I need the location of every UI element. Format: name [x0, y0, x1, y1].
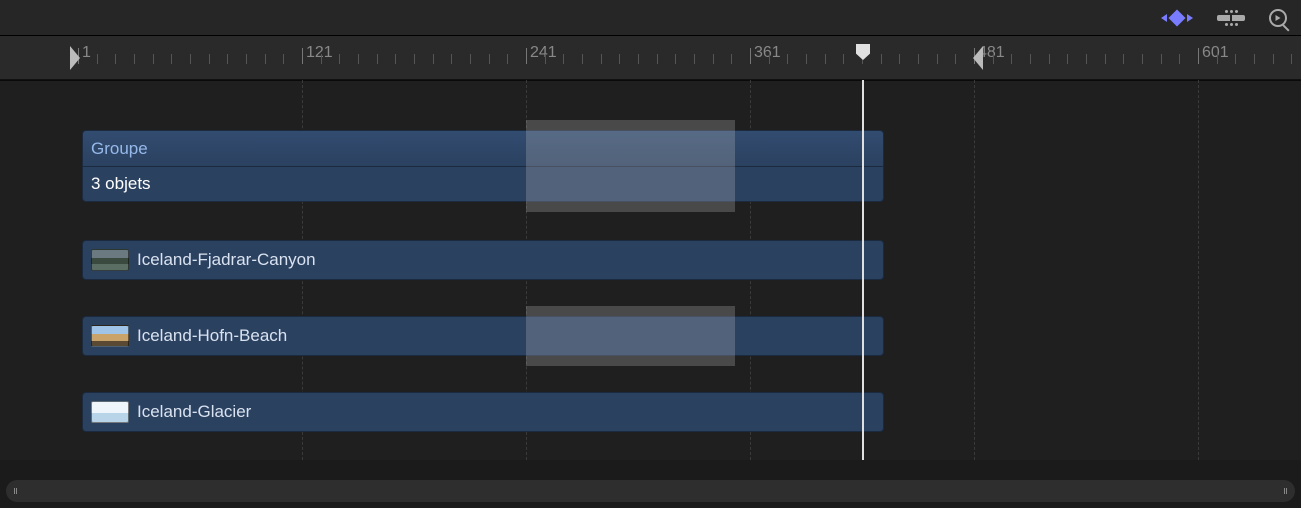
- ruler-label: 361: [754, 44, 781, 62]
- scroll-resize-handle-right[interactable]: [1284, 488, 1287, 494]
- zoom-play-icon[interactable]: [1269, 9, 1287, 27]
- toolbar: [0, 0, 1301, 36]
- timeline-tracks[interactable]: Groupe 3 objets Iceland-Fjadrar-Canyon I…: [0, 80, 1301, 460]
- group-title-label: Groupe: [91, 139, 148, 159]
- in-point-marker[interactable]: [70, 46, 80, 70]
- group-header[interactable]: Groupe: [82, 130, 884, 166]
- timeline-clip[interactable]: Iceland-Fjadrar-Canyon: [82, 240, 884, 280]
- ruler-label: 1: [82, 44, 91, 62]
- timeline-clip[interactable]: Iceland-Glacier: [82, 392, 884, 432]
- out-point-marker[interactable]: [973, 46, 983, 70]
- time-ruler[interactable]: 1121241361481601: [0, 36, 1301, 80]
- ruler-label: 241: [530, 44, 557, 62]
- group-subheader[interactable]: 3 objets: [82, 166, 884, 202]
- timeline-clip[interactable]: Iceland-Hofn-Beach: [82, 316, 884, 356]
- filmstrip-icon[interactable]: [1217, 10, 1245, 26]
- playhead-head[interactable]: [856, 44, 870, 60]
- clip-label: Iceland-Fjadrar-Canyon: [137, 250, 316, 270]
- group-subtitle-label: 3 objets: [91, 174, 151, 194]
- clip-thumbnail-icon: [91, 325, 129, 347]
- clip-label: Iceland-Glacier: [137, 402, 251, 422]
- ruler-label: 601: [1202, 44, 1229, 62]
- ruler-label: 121: [306, 44, 333, 62]
- keyframe-nav-icon[interactable]: [1161, 12, 1193, 24]
- clip-thumbnail-icon: [91, 249, 129, 271]
- horizontal-scrollbar[interactable]: [6, 480, 1295, 502]
- clip-thumbnail-icon: [91, 401, 129, 423]
- clip-label: Iceland-Hofn-Beach: [137, 326, 287, 346]
- scroll-resize-handle-left[interactable]: [14, 488, 17, 494]
